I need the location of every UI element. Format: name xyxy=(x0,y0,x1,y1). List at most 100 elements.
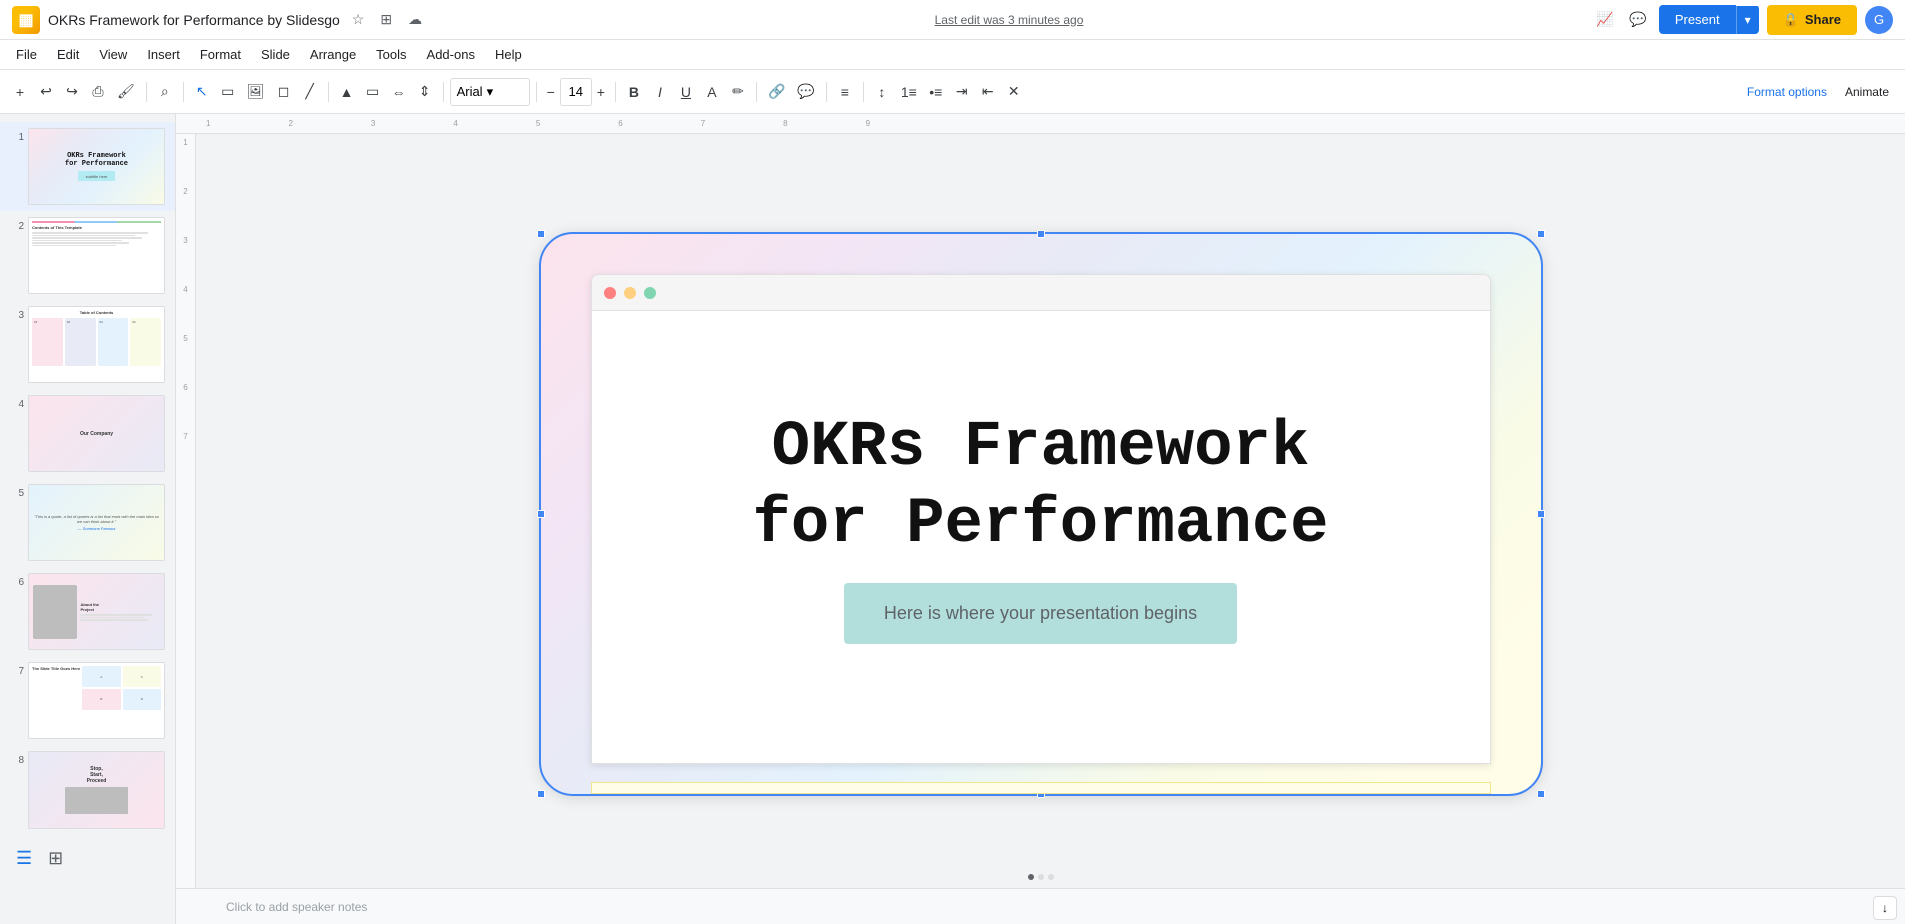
fill-color-button[interactable]: ▲ xyxy=(335,78,359,106)
line-spacing-button[interactable]: ↕ xyxy=(870,78,894,106)
slide-number-2: 2 xyxy=(10,217,24,232)
align-button[interactable]: ⇔ xyxy=(387,78,411,106)
pagination-dots xyxy=(1028,874,1054,880)
slide-thumb-3: Table of Contents 01 02 03 04 xyxy=(28,306,165,383)
zoom-button[interactable]: ⌕ xyxy=(153,78,177,106)
subtitle-box[interactable]: Here is where your presentation begins xyxy=(844,583,1237,644)
text-color-button[interactable]: A xyxy=(700,78,724,106)
menu-format[interactable]: Format xyxy=(192,43,249,66)
text-align-button[interactable]: ≡ xyxy=(833,78,857,106)
underline-button[interactable]: U xyxy=(674,78,698,106)
ordered-list-button[interactable]: 1≡ xyxy=(896,78,922,106)
clear-format-button[interactable]: ✕ xyxy=(1002,78,1026,106)
separator-3 xyxy=(328,82,329,102)
separator-5 xyxy=(536,82,537,102)
pagination-dot-2 xyxy=(1038,874,1044,880)
menu-insert[interactable]: Insert xyxy=(139,43,188,66)
menu-slide[interactable]: Slide xyxy=(253,43,298,66)
menu-edit[interactable]: Edit xyxy=(49,43,87,66)
slide-thumbnail-7[interactable]: 7 The Slide Title Goes Here A B C D xyxy=(0,656,175,745)
indent-less-button[interactable]: ⇤ xyxy=(976,78,1000,106)
list-view-button[interactable]: ☰ xyxy=(12,844,36,873)
grid-view-button[interactable]: ⊞ xyxy=(44,844,67,873)
slide-number-1: 1 xyxy=(10,128,24,143)
bottom-right-controls: ↓ xyxy=(1873,896,1897,920)
font-selector[interactable]: Arial ▾ xyxy=(450,78,530,106)
link-button[interactable]: 🔗 xyxy=(763,78,790,106)
pagination-dot-3 xyxy=(1048,874,1054,880)
last-edit-text[interactable]: Last edit was 3 minutes ago xyxy=(935,13,1084,27)
highlight-button[interactable]: ✏ xyxy=(726,78,750,106)
slide-thumbnail-8[interactable]: 8 Stop,Start,Proceed xyxy=(0,745,175,834)
avatar[interactable]: G xyxy=(1865,6,1893,34)
increase-font-size[interactable]: + xyxy=(593,78,609,106)
main-area: 1 OKRs Frameworkfor Performance subtitle… xyxy=(0,114,1905,924)
comment-button[interactable]: 💬 xyxy=(792,78,819,106)
handle-middle-left[interactable] xyxy=(537,510,545,518)
speaker-notes[interactable]: Click to add speaker notes xyxy=(176,888,1905,924)
animate-button[interactable]: Animate xyxy=(1837,81,1897,103)
handle-top-center[interactable] xyxy=(1037,230,1045,238)
slide-title[interactable]: OKRs Framework for Performance xyxy=(752,410,1328,564)
menu-help[interactable]: Help xyxy=(487,43,530,66)
app-icon: ▦ xyxy=(12,6,40,34)
shapes-button[interactable]: ◻ xyxy=(272,78,296,106)
format-options-button[interactable]: Format options xyxy=(1739,81,1835,103)
menu-file[interactable]: File xyxy=(8,43,45,66)
italic-button[interactable]: I xyxy=(648,78,672,106)
menu-addons[interactable]: Add-ons xyxy=(419,43,483,66)
present-button[interactable]: Present xyxy=(1659,5,1736,34)
handle-top-left[interactable] xyxy=(537,230,545,238)
text-box-button[interactable]: ▭ xyxy=(216,78,240,106)
slide-thumb-7: The Slide Title Goes Here A B C D xyxy=(28,662,165,739)
slide-number-7: 7 xyxy=(10,662,24,677)
slide-thumbnail-6[interactable]: 6 About theProject xyxy=(0,567,175,656)
present-dropdown-button[interactable]: ▾ xyxy=(1736,6,1759,34)
indent-more-button[interactable]: ⇥ xyxy=(950,78,974,106)
pagination-dot-1 xyxy=(1028,874,1034,880)
menu-view[interactable]: View xyxy=(91,43,135,66)
paintformat-button[interactable]: 🖌 xyxy=(112,78,140,106)
slide-thumbnail-2[interactable]: 2 Contents of This Template xyxy=(0,211,175,300)
handle-top-right[interactable] xyxy=(1537,230,1545,238)
font-size-input[interactable] xyxy=(560,78,592,106)
star-button[interactable]: ☆ xyxy=(348,9,369,30)
activity-icon[interactable]: 📈 xyxy=(1592,9,1617,30)
lock-icon: 🔒 xyxy=(1783,12,1799,28)
lines-button[interactable]: ╱ xyxy=(298,78,322,106)
browser-window: OKRs Framework for Performance Here is w… xyxy=(591,274,1491,764)
font-name-label: Arial xyxy=(457,84,483,99)
handle-bottom-left[interactable] xyxy=(537,790,545,798)
slide-thumbnail-5[interactable]: 5 "This is a quote, a list of quotes is … xyxy=(0,478,175,567)
share-button[interactable]: 🔒 Share xyxy=(1767,5,1857,35)
menu-arrange[interactable]: Arrange xyxy=(302,43,364,66)
print-button[interactable]: ⎙ xyxy=(86,78,110,106)
image-button[interactable]: 🖼 xyxy=(242,78,270,106)
bottom-yellow-bar xyxy=(591,782,1491,794)
slide-thumbnail-3[interactable]: 3 Table of Contents 01 02 03 04 xyxy=(0,300,175,389)
distribute-button[interactable]: ⇕ xyxy=(413,78,437,106)
undo-button[interactable]: ↩ xyxy=(34,78,58,106)
slide-main[interactable]: OKRs Framework for Performance Here is w… xyxy=(541,234,1541,794)
grid-button[interactable]: ⊞ xyxy=(376,9,396,30)
add-button[interactable]: + xyxy=(8,78,32,106)
comments-icon[interactable]: 💬 xyxy=(1625,9,1650,30)
present-btn-group: Present ▾ xyxy=(1659,5,1759,34)
menu-tools[interactable]: Tools xyxy=(368,43,414,66)
handle-bottom-right[interactable] xyxy=(1537,790,1545,798)
browser-dot-green xyxy=(644,287,656,299)
bold-button[interactable]: B xyxy=(622,78,646,106)
cursor-button[interactable]: ↖ xyxy=(190,78,214,106)
ruler-top: 1 2 3 4 5 6 7 8 9 xyxy=(176,114,1905,134)
slide-thumbnail-1[interactable]: 1 OKRs Frameworkfor Performance subtitle… xyxy=(0,122,175,211)
scroll-to-bottom-button[interactable]: ↓ xyxy=(1873,896,1897,920)
separator-2 xyxy=(183,82,184,102)
border-color-button[interactable]: ▭ xyxy=(361,78,385,106)
slide-thumbnail-4[interactable]: 4 Our Company xyxy=(0,389,175,478)
slide-thumb-1: OKRs Frameworkfor Performance subtitle h… xyxy=(28,128,165,205)
unordered-list-button[interactable]: •≡ xyxy=(924,78,948,106)
cloud-button[interactable]: ☁ xyxy=(404,9,426,30)
handle-middle-right[interactable] xyxy=(1537,510,1545,518)
decrease-font-size[interactable]: − xyxy=(543,78,559,106)
redo-button[interactable]: ↪ xyxy=(60,78,84,106)
